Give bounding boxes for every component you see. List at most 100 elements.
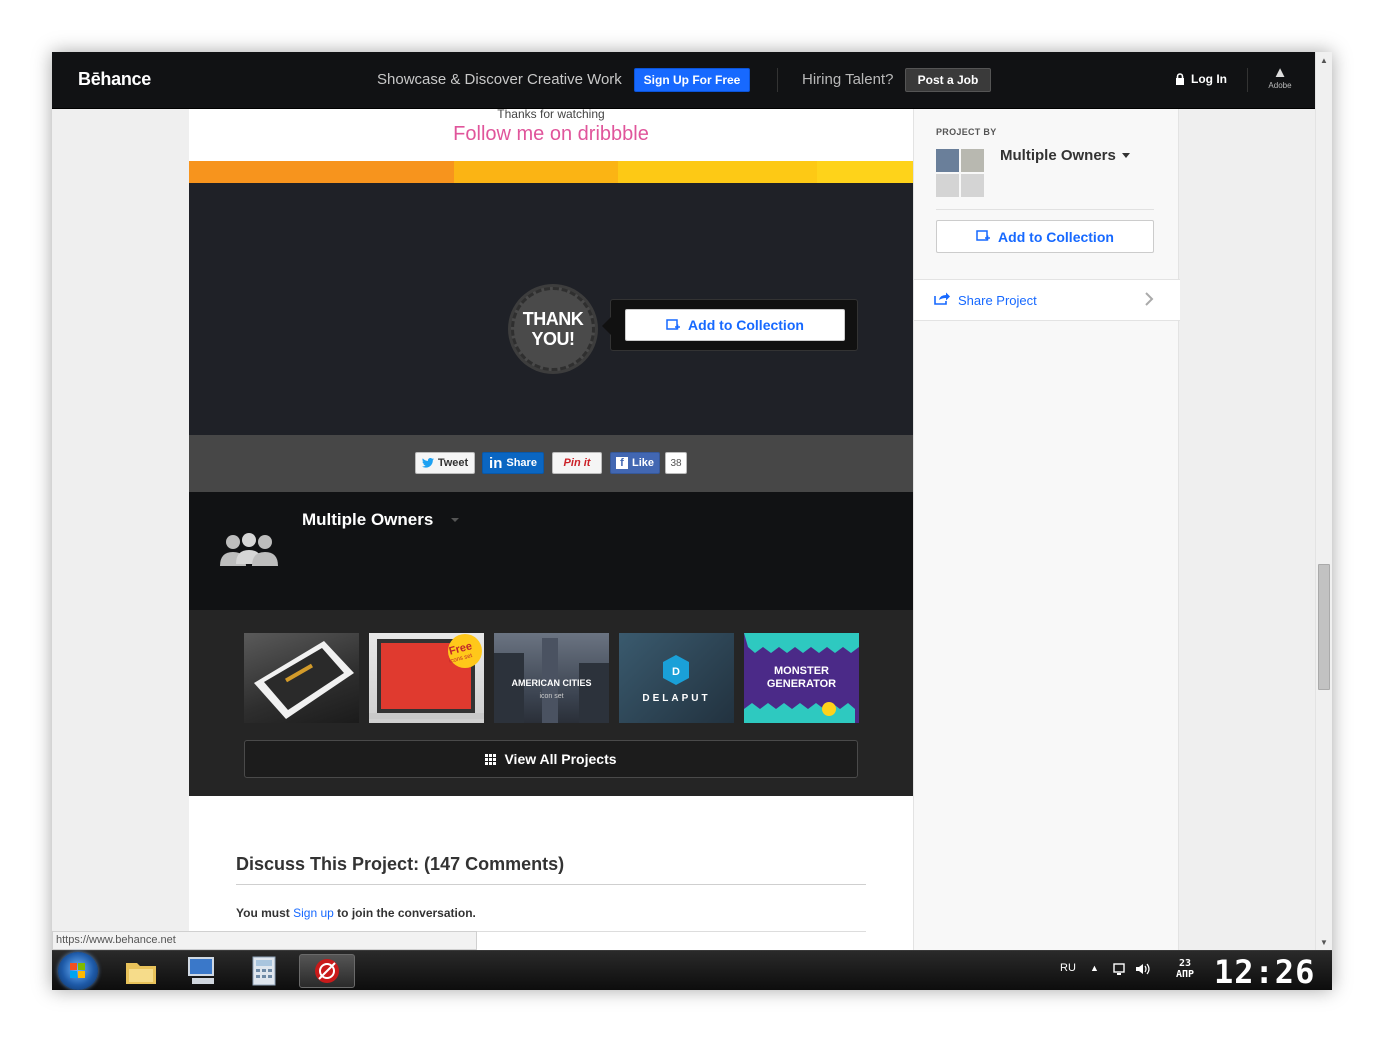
divider <box>236 884 866 885</box>
network-taskbar-button[interactable] <box>178 954 226 988</box>
browser-taskbar-button[interactable] <box>299 954 355 988</box>
log-in-label: Log In <box>1191 72 1227 86</box>
owner-avatars[interactable] <box>936 149 986 197</box>
explorer-taskbar-button[interactable] <box>117 954 165 988</box>
stripe <box>817 161 913 183</box>
thank-badge-line-1: THANK <box>522 309 584 329</box>
thank-you-panel: THANK YOU! Add to Collection <box>189 183 913 435</box>
project-thumbnail[interactable]: D DELAPUT <box>619 633 734 723</box>
facebook-like-button[interactable]: f Like <box>610 452 660 474</box>
avatar <box>961 174 984 197</box>
share-bar: Tweet in Share Pin it f Like 38 <box>189 435 913 492</box>
date-day: 23 <box>1179 958 1192 969</box>
project-sidebar: PROJECT BY Multiple Owners Add to Collec… <box>913 109 1180 959</box>
date-month: АПР <box>1176 969 1195 980</box>
avatar <box>936 149 959 172</box>
tablet-mockup-image <box>254 641 354 719</box>
nav-divider <box>777 68 778 92</box>
grid-icon <box>485 753 497 765</box>
add-to-collection-label: Add to Collection <box>688 317 804 333</box>
project-thumbnail[interactable]: AMERICAN CITIES icon set <box>494 633 609 723</box>
post-a-job-button[interactable]: Post a Job <box>905 68 991 92</box>
delaput-label: DELAPUT <box>642 693 711 704</box>
clock[interactable]: 12:26 <box>1214 953 1315 990</box>
vertical-scrollbar[interactable]: ▲ ▼ <box>1315 52 1332 950</box>
discussion-title: Discuss This Project: (147 Comments) <box>236 854 565 874</box>
language-indicator[interactable]: RU <box>1060 962 1076 974</box>
taskbar: RU ▲ 23 АПР 12:26 <box>52 950 1332 990</box>
volume-icon[interactable] <box>1134 961 1152 977</box>
lock-icon <box>1176 73 1184 85</box>
delaput-badge-image: D <box>663 655 689 685</box>
follow-dribbble-text: Follow me on dribbble <box>453 123 649 145</box>
tweet-button[interactable]: Tweet <box>415 452 475 474</box>
facebook-icon: f <box>615 457 628 469</box>
top-navigation: Bēhance Showcase & Discover Creative Wor… <box>52 52 1315 109</box>
adobe-icon: ▲ <box>1272 64 1288 81</box>
browser-icon <box>315 959 339 983</box>
add-collection-icon <box>976 230 991 241</box>
chevron-down-icon <box>1121 153 1130 158</box>
add-to-collection-button[interactable]: Add to Collection <box>625 309 845 341</box>
view-all-projects-button[interactable]: View All Projects <box>244 740 858 778</box>
chevron-right-icon <box>1145 292 1154 306</box>
scrollbar-thumb[interactable] <box>1318 564 1330 690</box>
collection-popup: Add to Collection <box>602 299 858 351</box>
divider <box>936 209 1154 210</box>
sign-up-link[interactable]: Sign up <box>293 906 334 920</box>
stripe <box>454 161 618 183</box>
chevron-down-icon[interactable] <box>451 518 459 522</box>
browser-window: Bēhance Showcase & Discover Creative Wor… <box>52 52 1332 990</box>
like-label: Like <box>631 457 654 469</box>
monster-label: MONSTER <box>774 665 829 677</box>
adobe-logo[interactable]: ▲ Adobe <box>1265 64 1295 91</box>
computer-icon <box>188 957 214 984</box>
calculator-icon <box>252 956 276 986</box>
sidebar-owner-dropdown[interactable]: Multiple Owners <box>1000 147 1130 164</box>
like-count: 38 <box>665 452 687 474</box>
sidebar-add-to-collection-label: Add to Collection <box>998 228 1114 245</box>
calculator-taskbar-button[interactable] <box>240 954 288 988</box>
sidebar-add-to-collection-button[interactable]: Add to Collection <box>936 220 1154 253</box>
owner-panel: Multiple Owners <box>189 492 913 610</box>
stripe <box>618 161 817 183</box>
project-by-label: PROJECT BY <box>936 127 997 137</box>
twitter-icon <box>421 458 434 468</box>
share-project-row[interactable]: Share Project <box>914 279 1180 321</box>
linkedin-share-button[interactable]: in Share <box>482 452 544 474</box>
scroll-up-arrow-icon[interactable]: ▲ <box>1316 52 1332 68</box>
start-button[interactable] <box>58 952 98 990</box>
show-hidden-icons-icon[interactable]: ▲ <box>1090 963 1099 973</box>
scroll-down-arrow-icon[interactable]: ▼ <box>1316 934 1332 950</box>
svg-text:D: D <box>672 666 680 678</box>
generator-label: GENERATOR <box>766 678 837 690</box>
project-thumbnail[interactable]: Free icons set <box>369 633 484 723</box>
add-collection-icon <box>666 318 681 330</box>
share-project-label: Share Project <box>958 293 1037 308</box>
thank-badge-line-2: YOU! <box>531 329 576 349</box>
date-display[interactable]: 23 АПР <box>1176 958 1194 980</box>
windows-logo-icon <box>70 963 85 978</box>
linkedin-share-label: Share <box>506 457 537 469</box>
thanks-for-watching-text: Thanks for watching <box>497 109 605 121</box>
project-thumbnail[interactable]: MONSTER GENERATOR <box>744 633 859 723</box>
more-projects-panel: Free icons set AMERICAN CITIES icon set … <box>189 610 913 796</box>
hiring-talent-text: Hiring Talent? <box>802 71 894 88</box>
owner-name-link[interactable]: Multiple Owners <box>302 510 433 530</box>
status-bar-url: https://www.behance.net <box>52 931 477 950</box>
sign-up-button[interactable]: Sign Up For Free <box>634 68 750 92</box>
signup-prompt-suffix: to join the conversation. <box>337 906 476 920</box>
pinterest-button[interactable]: Pin it <box>552 452 602 474</box>
signup-prompt: You must Sign up to join the conversatio… <box>236 906 476 920</box>
tagline: Showcase & Discover Creative Work <box>377 71 622 88</box>
avatar <box>961 149 984 172</box>
american-cities-label: AMERICAN CITIES <box>511 678 592 688</box>
avatar <box>936 174 959 197</box>
network-icon[interactable] <box>1112 961 1128 977</box>
tweet-label: Tweet <box>437 457 469 469</box>
share-icon <box>934 292 950 305</box>
behance-logo[interactable]: Bēhance <box>78 69 151 90</box>
project-thumbnail[interactable] <box>244 633 359 723</box>
log-in-link[interactable]: Log In <box>1175 72 1227 86</box>
color-stripes <box>189 161 913 183</box>
